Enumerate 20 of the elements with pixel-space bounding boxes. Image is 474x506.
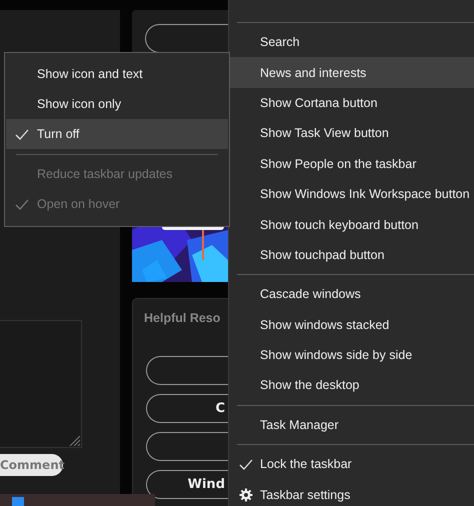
menu-item[interactable]: News and interests [229, 57, 474, 88]
menu-item[interactable]: Show Windows Ink Workspace button [229, 178, 474, 210]
menu-item[interactable]: Turn off [6, 119, 228, 149]
settings-icon [239, 488, 253, 502]
menu-item[interactable]: Show windows stacked [229, 310, 474, 340]
resize-grip-icon [68, 434, 80, 446]
menu-item[interactable]: Show windows side by side [229, 340, 474, 370]
menu-item[interactable]: Show Task View button [229, 118, 474, 149]
menu-item: Open on hover [6, 189, 228, 219]
menu-item[interactable]: Show icon only [6, 89, 228, 119]
menu-item[interactable]: Show Cortana button [229, 88, 474, 118]
comment-field[interactable] [0, 320, 82, 448]
menu-item: Reduce taskbar updates [36, 166, 174, 183]
menu-item[interactable]: Show touch keyboard button [229, 209, 474, 240]
menu-item[interactable]: Cascade windows [229, 279, 474, 310]
menu-item[interactable]: Show icon and text [6, 59, 228, 89]
menu-item[interactable]: Search [229, 27, 474, 58]
section-title: Helpful Reso [144, 311, 222, 325]
menu-item[interactable]: Show touchpad button [229, 240, 474, 270]
menu-item[interactable]: Show People on the taskbar [229, 148, 474, 179]
